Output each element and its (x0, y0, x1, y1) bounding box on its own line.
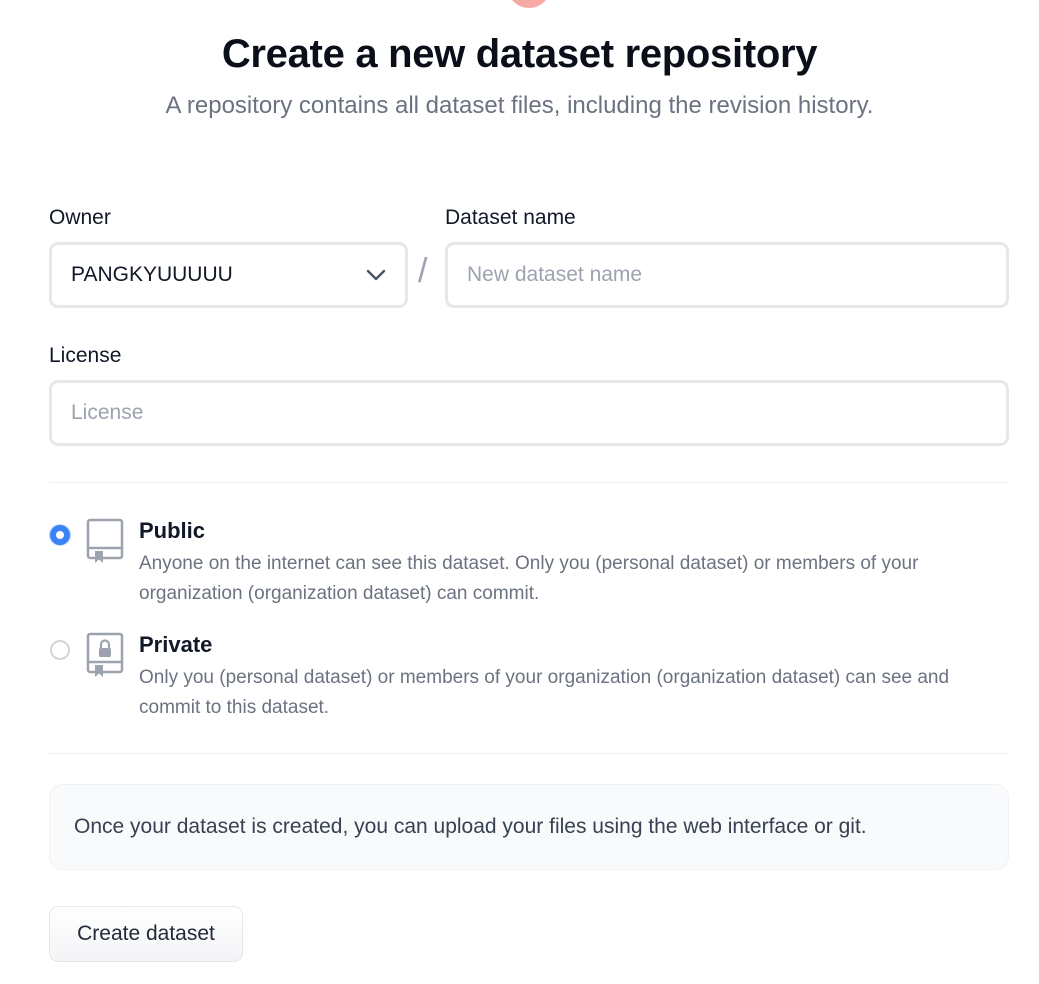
divider (49, 753, 1008, 754)
public-description: Anyone on the internet can see this data… (139, 553, 919, 604)
divider (49, 482, 1008, 483)
chevron-down-icon (366, 269, 386, 281)
logo-fragment (507, 0, 551, 8)
owner-select[interactable]: PANGKYUUUUU (49, 242, 408, 308)
owner-label: Owner (49, 206, 111, 229)
info-box: Once your dataset is created, you can up… (49, 784, 1009, 870)
info-text: Once your dataset is created, you can up… (74, 815, 867, 838)
page-title: Create a new dataset repository (221, 32, 818, 76)
repo-lock-icon (86, 632, 124, 677)
dataset-name-input[interactable]: New dataset name (445, 242, 1009, 308)
license-input[interactable]: License (49, 380, 1009, 446)
private-radio[interactable] (50, 640, 70, 660)
dataset-name-label: Dataset name (445, 206, 576, 229)
public-radio[interactable] (50, 525, 70, 545)
create-dataset-page: Create a new dataset repository A reposi… (0, 0, 1039, 984)
public-title: Public (139, 518, 206, 543)
page-subtitle: A repository contains all dataset files,… (165, 92, 874, 119)
license-label: License (49, 344, 122, 367)
private-description: Only you (personal dataset) or members o… (139, 667, 950, 718)
owner-value: PANGKYUUUUU (71, 263, 233, 286)
license-placeholder: License (71, 401, 144, 424)
dataset-name-placeholder: New dataset name (467, 263, 643, 286)
private-title: Private (139, 632, 213, 657)
repo-book-icon (86, 518, 124, 563)
owner-name-separator: / (418, 252, 428, 290)
create-dataset-button[interactable]: Create dataset (49, 906, 243, 962)
